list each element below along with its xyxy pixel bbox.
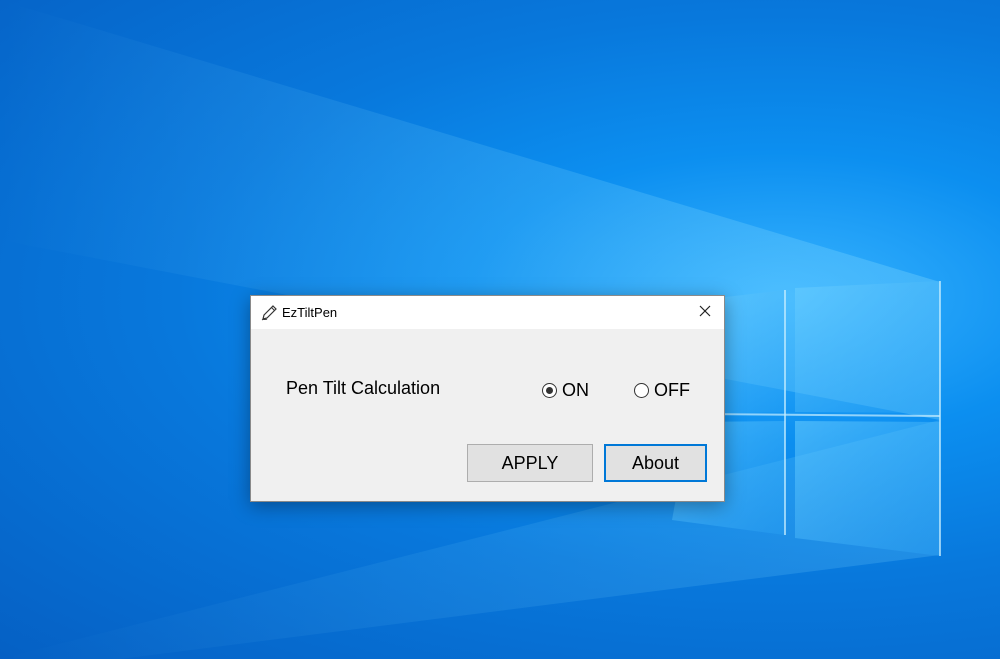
radio-on[interactable]: ON (542, 380, 589, 401)
title-bar[interactable]: EzTiltPen (251, 296, 724, 329)
window-title: EzTiltPen (282, 305, 338, 320)
pen-icon (260, 304, 278, 322)
radio-off[interactable]: OFF (634, 380, 690, 401)
close-icon (699, 304, 711, 322)
radio-selected-dot (546, 387, 553, 394)
desktop-background: EzTiltPen Pen Tilt Calculation ON OFF AP… (0, 0, 1000, 659)
radio-off-label[interactable]: OFF (654, 380, 690, 401)
pen-tilt-calculation-label: Pen Tilt Calculation (286, 378, 441, 398)
close-button[interactable] (686, 296, 724, 329)
about-button[interactable]: About (604, 444, 707, 482)
eztiltpen-dialog: EzTiltPen Pen Tilt Calculation ON OFF AP… (250, 295, 725, 502)
radio-on-label[interactable]: ON (562, 380, 589, 401)
radio-on-indicator[interactable] (542, 383, 557, 398)
apply-button[interactable]: APPLY (467, 444, 593, 482)
radio-off-indicator[interactable] (634, 383, 649, 398)
